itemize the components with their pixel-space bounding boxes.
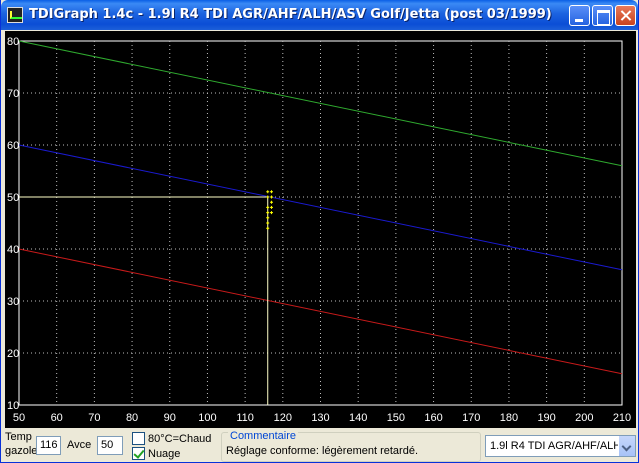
x-tick-label: 190 bbox=[537, 412, 555, 424]
chart-area[interactable]: 50 60 70 80 90 100 110 120 130 140 150 160 170 180 190… bbox=[5, 31, 636, 428]
data-point bbox=[270, 195, 274, 199]
x-tick-label: 160 bbox=[424, 412, 442, 424]
x-tick-label: 50 bbox=[13, 412, 25, 424]
x-tick-label: 100 bbox=[198, 412, 216, 424]
title-bar[interactable]: TDIGraph 1.4c - 1.9l R4 TDI AGR/AHF/ALH/… bbox=[1, 0, 638, 30]
chaud-checkbox[interactable] bbox=[132, 432, 145, 445]
engine-select-value: 1.9l R4 TDI AGR/AHF/ALH bbox=[490, 440, 622, 452]
minimize-icon bbox=[570, 6, 589, 25]
x-tick-label: 140 bbox=[349, 412, 367, 424]
data-point bbox=[266, 226, 270, 230]
y-tick-label: 50 bbox=[7, 192, 19, 204]
x-tick-label: 80 bbox=[126, 412, 138, 424]
y-tick-label: 40 bbox=[7, 244, 19, 256]
x-tick-label: 90 bbox=[164, 412, 176, 424]
y-tick-label: 80 bbox=[7, 36, 19, 48]
engine-select[interactable]: 1.9l R4 TDI AGR/AHF/ALH bbox=[485, 435, 636, 457]
avce-input[interactable]: 50 bbox=[97, 436, 123, 455]
close-icon bbox=[616, 6, 635, 25]
plot-frame bbox=[18, 40, 623, 406]
x-tick-label: 170 bbox=[462, 412, 480, 424]
x-tick-label: 210 bbox=[613, 412, 631, 424]
data-point bbox=[270, 200, 274, 204]
temp-label: Temp bbox=[5, 431, 32, 443]
commentaire-group: Commentaire Réglage conforme: légèrement… bbox=[221, 430, 481, 462]
y-tick-label: 10 bbox=[7, 400, 19, 412]
gazole-label: gazole bbox=[5, 445, 38, 457]
temp-gazole-input[interactable]: 116 bbox=[36, 436, 61, 455]
app-window: TDIGraph 1.4c - 1.9l R4 TDI AGR/AHF/ALH/… bbox=[0, 0, 639, 463]
y-tick-label: 30 bbox=[7, 296, 19, 308]
data-point bbox=[266, 205, 270, 209]
x-tick-label: 150 bbox=[387, 412, 405, 424]
x-tick-label: 110 bbox=[236, 412, 254, 424]
nuage-label[interactable]: Nuage bbox=[148, 448, 180, 460]
minimize-button[interactable] bbox=[569, 5, 590, 26]
series-line bbox=[18, 248, 623, 375]
avce-label: Avce bbox=[67, 439, 92, 451]
series-line bbox=[18, 40, 623, 167]
close-button[interactable] bbox=[615, 5, 636, 26]
data-point bbox=[270, 211, 274, 215]
chaud-label[interactable]: 80°C=Chaud bbox=[148, 433, 211, 445]
x-tick-label: 180 bbox=[500, 412, 518, 424]
x-tick-label: 60 bbox=[51, 412, 63, 424]
x-tick-label: 70 bbox=[88, 412, 100, 424]
controls-bar: Temp gazole 116 Avce 50 80°C=Chaud Nuage… bbox=[5, 429, 636, 462]
y-tick-label: 20 bbox=[7, 348, 19, 360]
nuage-checkbox[interactable] bbox=[132, 447, 145, 460]
data-point bbox=[266, 190, 270, 194]
data-point bbox=[266, 211, 270, 215]
window-title: TDIGraph 1.4c - 1.9l R4 TDI AGR/AHF/ALH/… bbox=[29, 7, 552, 22]
x-tick-label: 120 bbox=[274, 412, 292, 424]
x-tick-label: 130 bbox=[311, 412, 329, 424]
data-point bbox=[270, 190, 274, 194]
app-graph-icon[interactable] bbox=[7, 7, 23, 23]
chevron-down-icon[interactable] bbox=[618, 436, 635, 456]
commentaire-text: Réglage conforme: légèrement retardé. bbox=[226, 445, 418, 457]
y-tick-label: 70 bbox=[7, 88, 19, 100]
maximize-icon bbox=[593, 6, 612, 25]
data-point bbox=[266, 221, 270, 225]
timing-chart[interactable]: 50 60 70 80 90 100 110 120 130 140 150 160 170 180 190… bbox=[5, 31, 636, 428]
data-point bbox=[266, 216, 270, 220]
y-tick-label: 60 bbox=[7, 140, 19, 152]
series-line bbox=[18, 144, 623, 271]
x-tick-label: 200 bbox=[575, 412, 593, 424]
maximize-button[interactable] bbox=[592, 5, 613, 26]
commentaire-title: Commentaire bbox=[228, 430, 299, 442]
data-point bbox=[270, 205, 274, 209]
